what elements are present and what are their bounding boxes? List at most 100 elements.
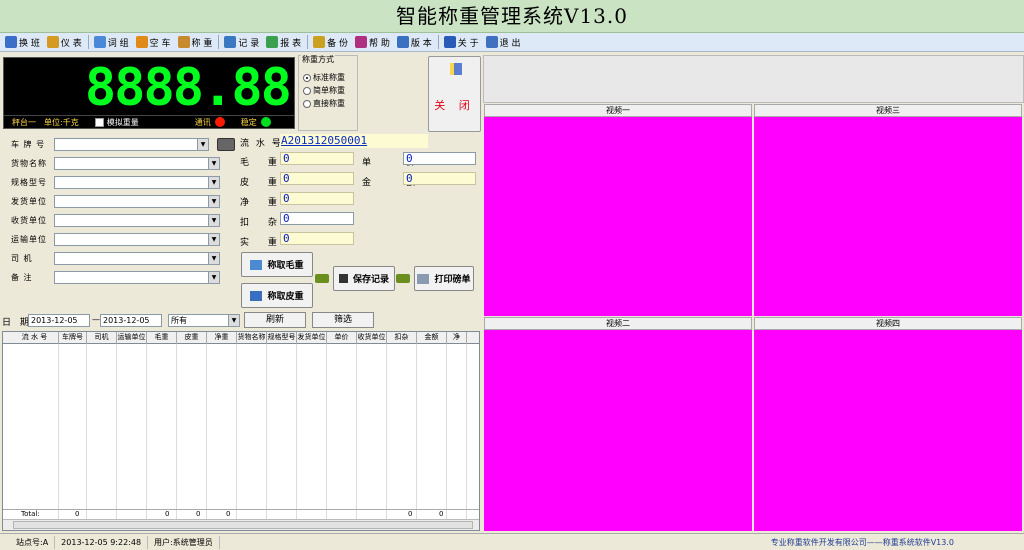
form-row: 货物名称 ▼ [11, 156, 237, 171]
save-record-button[interactable]: 保存记录 [333, 266, 395, 291]
price-field[interactable]: 0 [403, 152, 476, 165]
table-column-header[interactable]: 收货单位 [357, 332, 387, 344]
table-column-divider [86, 344, 87, 524]
toolbar-button-9[interactable]: 版 本 [394, 34, 435, 51]
filter-button[interactable]: 筛选 [312, 312, 374, 328]
video-4-title: 视频四 [754, 317, 1022, 330]
toolbar-button-11[interactable]: 退 出 [483, 34, 524, 51]
date-to-picker[interactable]: 2013-12-05 [100, 314, 162, 327]
amount-field[interactable]: 0 [403, 172, 476, 185]
comm-label: 通讯 [194, 117, 211, 127]
printer-icon [417, 273, 430, 284]
table-column-header[interactable]: 净重 [207, 332, 237, 344]
scale-icon [177, 36, 190, 48]
weigh-tare-label: 称取皮重 [267, 292, 304, 302]
form-field-combo[interactable]: ▼ [54, 138, 209, 151]
form-field-combo[interactable]: ▼ [54, 195, 220, 208]
toolbar-button-1[interactable]: 仪 表 [44, 34, 85, 51]
table-column-divider [146, 344, 147, 524]
table-column-divider [466, 344, 467, 524]
table-column-header[interactable]: 扣杂 [387, 332, 417, 344]
main-toolbar: 换 班仪 表词 组空 车称 重记 录报 表备 份帮 助版 本 关 于退 出 [0, 33, 1024, 52]
table-total-row: Total: 0 0 0 0 0 0 [3, 509, 479, 518]
chevron-down-icon[interactable]: ▼ [208, 272, 219, 283]
chevron-down-icon[interactable]: ▼ [208, 234, 219, 245]
video-top-area [483, 55, 1024, 103]
tare-field[interactable]: 0 [280, 172, 354, 185]
actual-field[interactable]: 0 [280, 232, 354, 245]
date-from-picker[interactable]: 2013-12-05 [28, 314, 90, 327]
toolbar-button-2[interactable]: 词 组 [91, 34, 132, 51]
table-column-header[interactable]: 发货单位 [297, 332, 327, 344]
chevron-down-icon[interactable]: ▼ [197, 139, 208, 150]
print-ticket-button[interactable]: 打印磅单 [414, 266, 474, 291]
total-cell: 0 [439, 510, 444, 518]
keyboard-icon[interactable] [217, 138, 235, 151]
video-2-title: 视频二 [484, 317, 752, 330]
table-column-header[interactable]: 单价 [327, 332, 357, 344]
form-field-combo[interactable]: ▼ [54, 157, 220, 170]
toolbar-button-3[interactable]: 空 车 [133, 34, 174, 51]
form-field-combo[interactable]: ▼ [54, 214, 220, 227]
weigh-gross-button[interactable]: 称取毛重 [241, 252, 313, 277]
gross-field[interactable]: 0 [280, 152, 354, 165]
refresh-label: 刷新 [265, 315, 284, 325]
form-field-label: 车 牌 号 [11, 140, 46, 149]
toolbar-button-8[interactable]: 帮 助 [352, 34, 393, 51]
table-column-header[interactable]: 车牌号 [59, 332, 87, 344]
chevron-down-icon: ▼ [228, 315, 239, 326]
toolbar-button-7[interactable]: 备 份 [310, 34, 351, 51]
table-column-header[interactable]: 金额 [417, 332, 447, 344]
chevron-down-icon[interactable]: ▼ [208, 215, 219, 226]
print-ticket-label: 打印磅单 [434, 275, 471, 285]
chevron-down-icon[interactable]: ▼ [208, 158, 219, 169]
total-cell: 0 [75, 510, 80, 518]
deduct-field[interactable]: 0 [280, 212, 354, 225]
table-column-header[interactable]: 司机 [87, 332, 117, 344]
close-button[interactable]: 关 闭 [428, 56, 481, 132]
date-from-value: 2013-12-05 [31, 316, 78, 325]
form-field-combo[interactable]: ▼ [54, 233, 220, 246]
help-icon [355, 36, 367, 48]
chevron-down-icon[interactable]: ▼ [208, 196, 219, 207]
form-row: 运输单位 ▼ [11, 232, 237, 247]
table-column-header[interactable]: 规格型号 [267, 332, 297, 344]
scope-select[interactable]: 所有 ▼ [168, 314, 240, 327]
table-column-header[interactable]: 货物名称 [237, 332, 267, 344]
form-field-combo[interactable]: ▼ [54, 252, 220, 265]
toolbar-button-4[interactable]: 称 重 [175, 34, 216, 51]
toolbar-button-6[interactable]: 报 表 [263, 34, 304, 51]
form-field-combo[interactable]: ▼ [54, 176, 220, 189]
table-column-header[interactable]: 流 水 号 [11, 332, 59, 344]
filter-bar: 日 期 2013-12-05 — 2013-12-05 所有 ▼ 刷新 筛选 [0, 312, 482, 330]
toolbar-button-5[interactable]: 记 录 [221, 34, 262, 51]
toolbar-button-0[interactable]: 换 班 [2, 34, 43, 51]
weigh-mode-standard-radio[interactable]: 标准称重 [303, 72, 345, 83]
table-column-header[interactable]: 毛重 [147, 332, 177, 344]
refresh-button[interactable]: 刷新 [244, 312, 306, 328]
weigh-mode-direct-radio[interactable]: 直接称重 [303, 98, 345, 109]
form-field-combo[interactable]: ▼ [54, 271, 220, 284]
total-cell: 0 [408, 510, 413, 518]
current-user: 用户:系统管理员 [148, 535, 220, 549]
scrollbar-thumb[interactable] [13, 521, 473, 529]
chevron-down-icon[interactable]: ▼ [208, 253, 219, 264]
chevron-down-icon[interactable]: ▼ [208, 177, 219, 188]
weigh-tare-button[interactable]: 称取皮重 [241, 283, 313, 308]
toolbar-button-10[interactable]: 关 于 [441, 34, 482, 51]
stable-indicator-icon [260, 117, 271, 127]
date-range-dash: — [92, 315, 100, 324]
horizontal-scrollbar[interactable] [3, 519, 479, 530]
table-column-divider [176, 344, 177, 524]
weigh-mode-simple-radio[interactable]: 简单称重 [303, 85, 345, 96]
simulate-weight-checkbox[interactable] [94, 117, 104, 127]
table-column-header[interactable]: 皮重 [177, 332, 207, 344]
table-column-header[interactable]: 净 [447, 332, 467, 344]
actual-label: 实 重 [240, 238, 285, 248]
records-table[interactable]: 流 水 号车牌号 司机 运输单位 毛重 皮重 净重 货物名称 规格型号 发货单位 单价 收货单位 扣杂… [2, 331, 480, 531]
toolbar-button-label: 关 于 [457, 38, 479, 49]
net-field[interactable]: 0 [280, 192, 354, 205]
table-column-header[interactable]: 运输单位 [117, 332, 147, 344]
table-column-divider [416, 344, 417, 524]
video-2-feed [484, 330, 752, 531]
